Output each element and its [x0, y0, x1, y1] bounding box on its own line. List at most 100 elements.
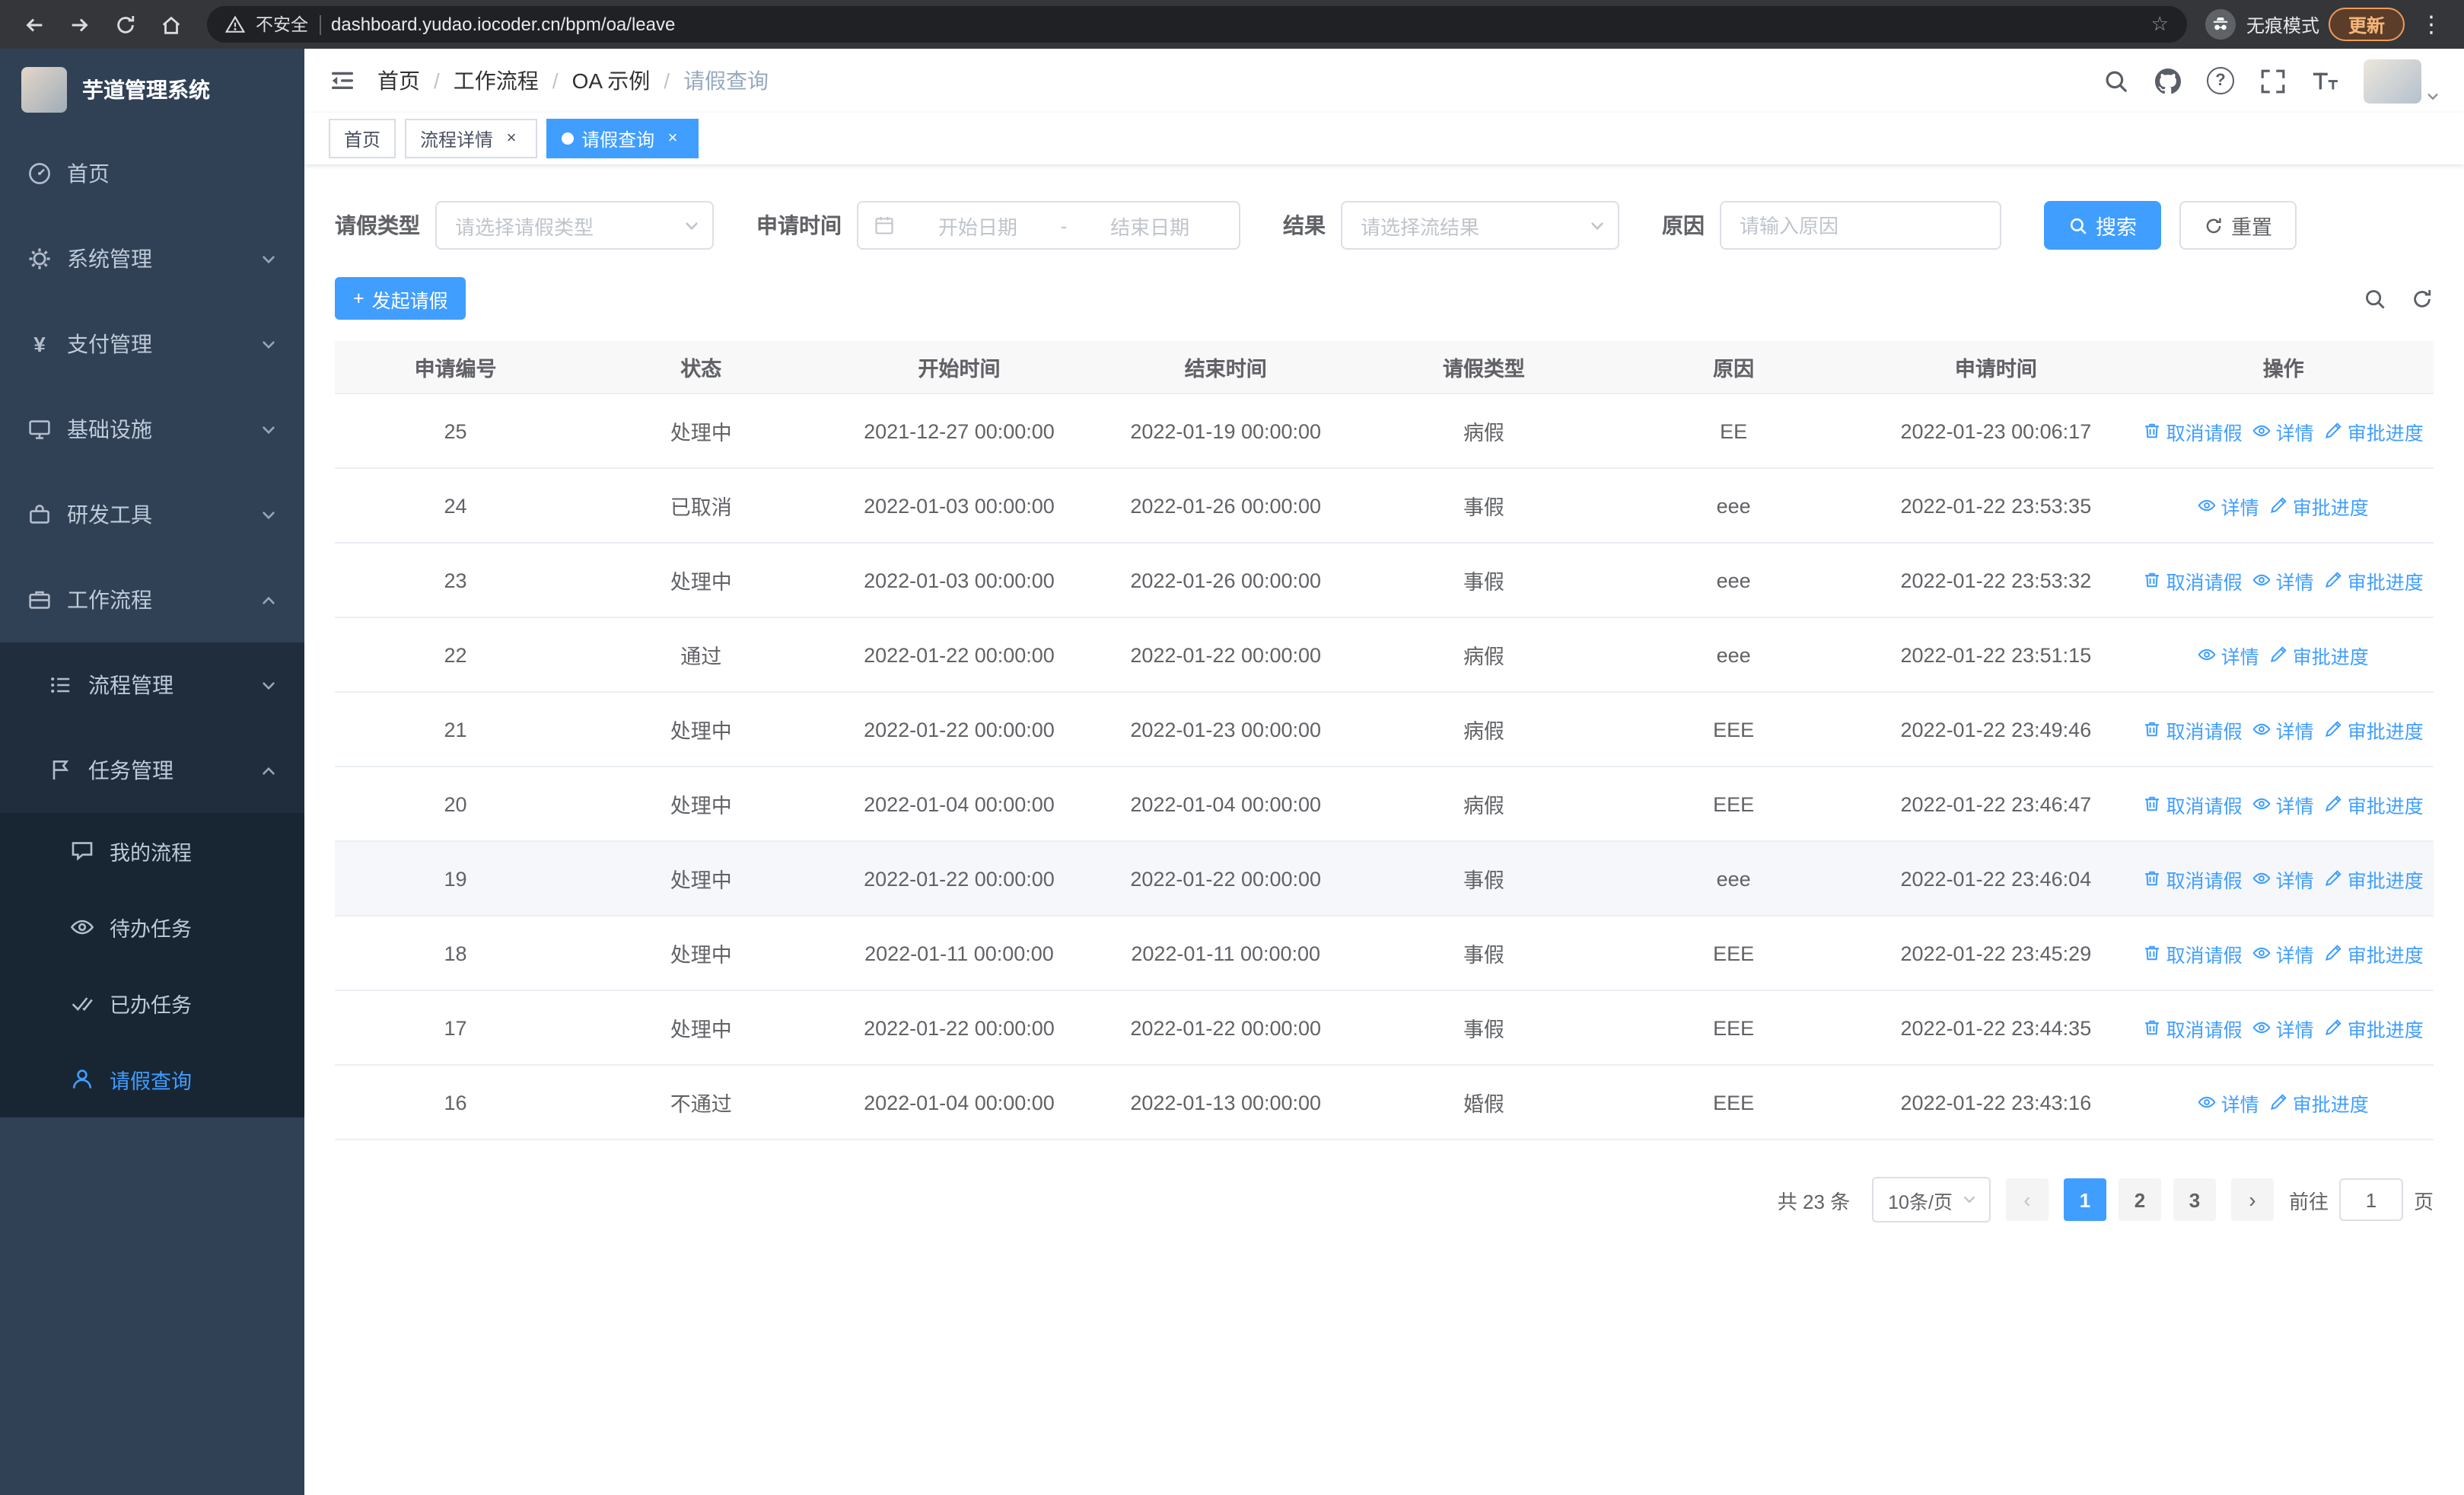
collapse-sidebar-icon[interactable]	[329, 67, 356, 94]
sidebar-item-devtools[interactable]: 研发工具	[0, 472, 304, 557]
create-leave-button[interactable]: + 发起请假	[335, 277, 466, 320]
close-icon[interactable]: ×	[501, 128, 522, 149]
logo-image	[21, 67, 67, 113]
search-button[interactable]: 搜索	[2044, 201, 2161, 250]
update-button[interactable]: 更新	[2328, 8, 2405, 41]
github-icon[interactable]	[2155, 68, 2181, 94]
sidebar-item-done-tasks[interactable]: 已办任务	[0, 965, 304, 1041]
action-progress-link[interactable]: 审批进度	[2270, 640, 2369, 669]
action-detail-link[interactable]: 详情	[2253, 939, 2314, 967]
action-progress-link[interactable]: 审批进度	[2325, 789, 2424, 818]
filter-result: 结果 请选择流结果	[1283, 201, 1619, 250]
fullscreen-icon[interactable]	[2260, 68, 2286, 94]
page-size-select[interactable]: 10条/页	[1871, 1177, 1991, 1222]
start-date-placeholder[interactable]: 开始日期	[904, 211, 1052, 240]
home-icon[interactable]	[152, 6, 189, 43]
action-cancel-link[interactable]: 取消请假	[2144, 416, 2243, 445]
message-icon	[70, 839, 94, 863]
toggle-search-icon[interactable]	[2364, 287, 2386, 310]
sidebar-item-infrastructure[interactable]: 基础设施	[0, 387, 304, 472]
search-icon[interactable]	[2103, 68, 2129, 94]
sidebar-item-payment[interactable]: ¥ 支付管理	[0, 301, 304, 387]
action-cancel-link[interactable]: 取消请假	[2144, 566, 2243, 594]
prev-page-icon[interactable]: ‹	[2005, 1178, 2049, 1221]
date-range-picker[interactable]: 开始日期 - 结束日期	[857, 201, 1240, 250]
cell-id: 24	[444, 494, 467, 517]
reason-input[interactable]	[1720, 201, 2001, 250]
tab-home[interactable]: 首页	[329, 119, 396, 158]
security-warning-label: 不安全	[256, 17, 308, 35]
breadcrumb-item[interactable]: 工作流程	[454, 65, 539, 96]
reset-button[interactable]: 重置	[2179, 201, 2297, 250]
action-detail-link[interactable]: 详情	[2198, 491, 2259, 520]
cell-apply_time: 2022-01-22 23:46:47	[1900, 792, 2092, 815]
action-progress-link[interactable]: 审批进度	[2325, 715, 2424, 744]
sidebar-item-task-management[interactable]: 任务管理	[0, 728, 304, 813]
action-progress-link[interactable]: 审批进度	[2325, 416, 2424, 445]
cell-leave_type: 事假	[1463, 1018, 1504, 1041]
chevron-down-icon	[260, 677, 277, 693]
page-button-2[interactable]: 2	[2118, 1178, 2161, 1221]
incognito-label: 无痕模式	[2246, 14, 2319, 36]
action-detail-link[interactable]: 详情	[2253, 566, 2314, 594]
goto-page-input[interactable]	[2338, 1178, 2403, 1221]
edit-icon	[2270, 645, 2288, 664]
action-progress-link[interactable]: 审批进度	[2270, 491, 2369, 520]
action-detail-link[interactable]: 详情	[2198, 1088, 2259, 1117]
action-label: 审批进度	[2292, 646, 2369, 668]
end-date-placeholder[interactable]: 结束日期	[1076, 211, 1224, 240]
action-progress-link[interactable]: 审批进度	[2325, 864, 2424, 893]
help-icon[interactable]: ?	[2207, 67, 2234, 94]
chevron-up-icon	[260, 591, 277, 608]
action-detail-link[interactable]: 详情	[2253, 789, 2314, 818]
sidebar-item-process-management[interactable]: 流程管理	[0, 642, 304, 728]
sidebar-item-system[interactable]: 系统管理	[0, 216, 304, 301]
avatar[interactable]	[2364, 59, 2421, 103]
url-text[interactable]: dashboard.yudao.iocoder.cn/bpm/oa/leave	[331, 14, 2141, 35]
user-menu[interactable]	[2364, 59, 2440, 103]
action-detail-link[interactable]: 详情	[2253, 715, 2314, 744]
back-icon[interactable]	[15, 6, 52, 43]
action-detail-link[interactable]: 详情	[2253, 416, 2314, 445]
leave-type-select[interactable]: 请选择请假类型	[435, 201, 714, 250]
sidebar-item-leave-query[interactable]: 请假查询	[0, 1041, 304, 1117]
cell-end_time: 2022-01-26 00:00:00	[1130, 569, 1322, 591]
more-menu-icon[interactable]: ⋮	[2414, 11, 2449, 38]
action-cancel-link[interactable]: 取消请假	[2144, 789, 2243, 818]
action-detail-link[interactable]: 详情	[2253, 864, 2314, 893]
sidebar-item-my-process[interactable]: 我的流程	[0, 813, 304, 889]
action-progress-link[interactable]: 审批进度	[2325, 566, 2424, 594]
reload-icon[interactable]	[107, 6, 143, 43]
sidebar-item-todo-tasks[interactable]: 待办任务	[0, 889, 304, 965]
tab-leave-query[interactable]: 请假查询 ×	[546, 119, 699, 158]
breadcrumb-item[interactable]: 首页	[377, 65, 420, 96]
sidebar-item-home[interactable]: 首页	[0, 131, 304, 216]
refresh-table-icon[interactable]	[2411, 287, 2434, 310]
action-cancel-link[interactable]: 取消请假	[2144, 939, 2243, 967]
breadcrumb-item[interactable]: OA 示例	[572, 65, 651, 96]
forward-icon[interactable]	[61, 6, 97, 43]
action-cancel-link[interactable]: 取消请假	[2144, 864, 2243, 893]
address-bar[interactable]: 不安全 dashboard.yudao.iocoder.cn/bpm/oa/le…	[207, 6, 2187, 43]
next-page-icon[interactable]: ›	[2230, 1178, 2274, 1221]
result-select[interactable]: 请选择流结果	[1341, 201, 1619, 250]
action-cancel-link[interactable]: 取消请假	[2144, 715, 2243, 744]
action-detail-link[interactable]: 详情	[2253, 1013, 2314, 1042]
sidebar-item-workflow[interactable]: 工作流程	[0, 557, 304, 642]
active-tab-dot	[562, 132, 575, 145]
cell-id: 25	[444, 419, 467, 442]
page-button-1[interactable]: 1	[2063, 1178, 2106, 1221]
action-progress-link[interactable]: 审批进度	[2270, 1088, 2369, 1117]
breadcrumb-separator: /	[434, 69, 440, 93]
action-cancel-link[interactable]: 取消请假	[2144, 1013, 2243, 1042]
bookmark-star-icon[interactable]: ☆	[2151, 12, 2169, 37]
font-size-icon[interactable]	[2312, 68, 2338, 94]
action-detail-link[interactable]: 详情	[2198, 640, 2259, 669]
action-progress-link[interactable]: 审批进度	[2325, 939, 2424, 967]
action-progress-link[interactable]: 审批进度	[2325, 1013, 2424, 1042]
app-logo[interactable]: 芋道管理系统	[0, 49, 304, 131]
security-warning-icon[interactable]	[225, 15, 245, 33]
page-button-3[interactable]: 3	[2173, 1178, 2216, 1221]
close-icon[interactable]: ×	[662, 128, 683, 149]
tab-process-detail[interactable]: 流程详情 ×	[405, 119, 538, 158]
